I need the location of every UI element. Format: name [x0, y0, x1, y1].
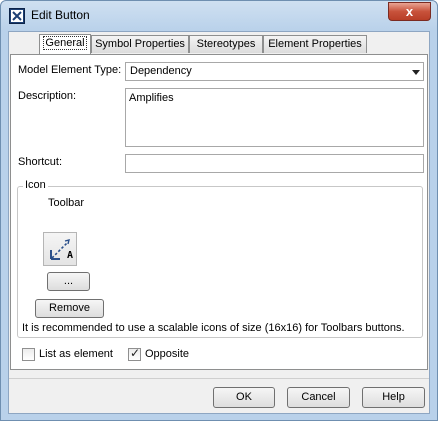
shortcut-label: Shortcut:	[18, 156, 63, 168]
tab-stereotypes[interactable]: Stereotypes	[189, 35, 263, 53]
cancel-button[interactable]: Cancel	[287, 387, 350, 408]
window-title: Edit Button	[31, 8, 90, 22]
opposite-label: Opposite	[145, 348, 190, 360]
opposite-checkbox[interactable]: ✓	[128, 346, 141, 361]
description-textarea[interactable]: Amplifies	[125, 88, 424, 147]
app-icon	[9, 8, 25, 24]
title-bar[interactable]: Edit Button x	[1, 1, 437, 31]
toolbar-label: Toolbar	[48, 197, 85, 209]
general-tab-panel: Model Element Type: Dependency Descripti…	[10, 54, 428, 370]
remove-icon-button[interactable]: Remove	[35, 299, 104, 318]
icon-group: Icon Toolbar A ... Remove It is recommen…	[17, 179, 423, 338]
model-element-type-value: Dependency	[130, 65, 192, 77]
icon-letter: A	[67, 250, 74, 261]
dialog-body: General Symbol Properties Stereotypes El…	[8, 31, 430, 414]
toolbar-icon-preview: A	[43, 232, 77, 266]
tab-label: Element Properties	[268, 38, 362, 50]
tab-general[interactable]: General	[39, 34, 91, 54]
tab-label: Stereotypes	[196, 38, 256, 50]
list-as-element-checkbox[interactable]	[22, 348, 35, 361]
chevron-down-icon	[412, 70, 420, 75]
tab-label: Symbol Properties	[95, 38, 185, 50]
icon-group-legend: Icon	[23, 179, 48, 191]
tab-element-properties[interactable]: Element Properties	[263, 35, 367, 53]
help-button[interactable]: Help	[362, 387, 425, 408]
browse-icon-button[interactable]: ...	[47, 272, 90, 291]
checkmark-icon: ✓	[130, 346, 141, 360]
close-icon: x	[405, 4, 414, 19]
edit-button-dialog: Edit Button x General Symbol Properties …	[0, 0, 438, 421]
shortcut-input[interactable]	[125, 154, 424, 173]
tab-symbol-properties[interactable]: Symbol Properties	[91, 35, 189, 53]
tab-label: General	[43, 36, 87, 50]
ok-button[interactable]: OK	[213, 387, 275, 408]
close-button[interactable]: x	[388, 2, 431, 21]
model-element-type-select[interactable]: Dependency	[125, 62, 424, 81]
model-element-type-label: Model Element Type:	[18, 64, 122, 76]
list-as-element-label: List as element	[39, 348, 113, 360]
description-label: Description:	[18, 90, 77, 102]
footer-divider	[9, 378, 429, 379]
icon-size-hint: It is recommended to use a scalable icon…	[22, 322, 405, 334]
